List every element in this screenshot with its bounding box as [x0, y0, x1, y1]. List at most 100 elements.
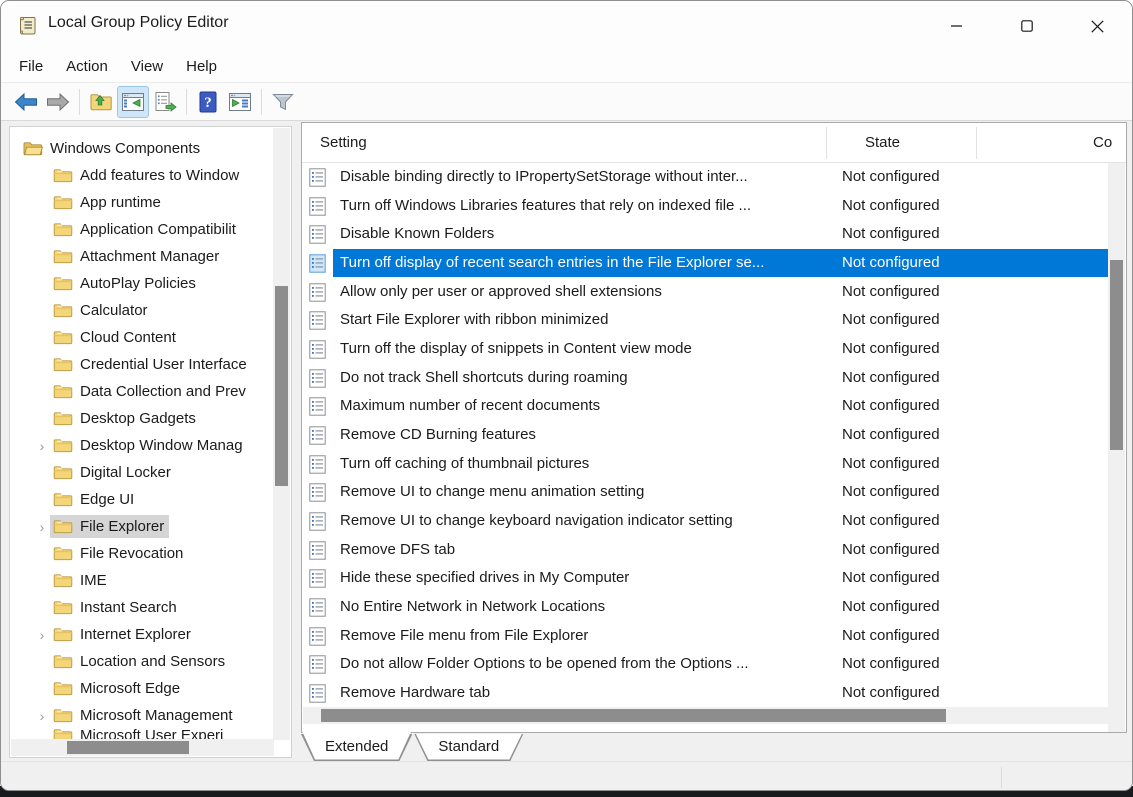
- column-separator[interactable]: [976, 127, 977, 159]
- tree-item-label: Instant Search: [80, 599, 177, 616]
- column-header-comment[interactable]: Co: [1093, 123, 1112, 163]
- chevron-right-icon[interactable]: ›: [34, 627, 50, 643]
- minimize-button[interactable]: [934, 1, 980, 51]
- tree-item-digital-locker[interactable]: Digital Locker: [10, 459, 272, 486]
- setting-state: Not configured: [842, 478, 940, 507]
- show-action-pane-icon: [227, 90, 253, 114]
- tree-item-desktop-window-manag[interactable]: ›Desktop Window Manag: [10, 432, 272, 459]
- show-action-pane-button[interactable]: [224, 86, 256, 118]
- folder-icon: [53, 303, 73, 318]
- policy-row[interactable]: Hide these specified drives in My Comput…: [302, 564, 1108, 593]
- chevron-right-icon[interactable]: ›: [34, 438, 50, 454]
- tree-item-label: Location and Sensors: [80, 653, 225, 670]
- menu-item-help[interactable]: Help: [186, 58, 217, 75]
- tree-item-file-explorer[interactable]: ›File Explorer: [10, 513, 272, 540]
- list-vertical-scrollbar-thumb[interactable]: [1110, 260, 1123, 450]
- policy-row[interactable]: Do not track Shell shortcuts during roam…: [302, 364, 1108, 393]
- column-separator[interactable]: [826, 127, 827, 159]
- folder-icon: [53, 573, 73, 588]
- tree-item-add-features-to-window[interactable]: Add features to Window: [10, 162, 272, 189]
- policy-row[interactable]: Remove DFS tabNot configured: [302, 536, 1108, 565]
- tree-item-file-revocation[interactable]: File Revocation: [10, 540, 272, 567]
- tree-item-instant-search[interactable]: Instant Search: [10, 594, 272, 621]
- tree-vertical-scrollbar-thumb[interactable]: [275, 286, 288, 486]
- tree-item-microsoft-edge[interactable]: Microsoft Edge: [10, 675, 272, 702]
- list-vertical-scrollbar[interactable]: [1108, 163, 1125, 733]
- policy-row[interactable]: Allow only per user or approved shell ex…: [302, 278, 1108, 307]
- tree-item-application-compatibilit[interactable]: Application Compatibilit: [10, 216, 272, 243]
- setting-name: Turn off display of recent search entrie…: [340, 249, 764, 278]
- policy-row[interactable]: Maximum number of recent documentsNot co…: [302, 392, 1108, 421]
- setting-state: Not configured: [842, 450, 940, 479]
- setting-state: Not configured: [842, 679, 940, 708]
- tree-item-windows-components[interactable]: Windows Components: [10, 135, 272, 162]
- setting-name: Remove Hardware tab: [340, 679, 490, 708]
- tree-item-location-and-sensors[interactable]: Location and Sensors: [10, 648, 272, 675]
- policy-setting-icon: [309, 598, 326, 617]
- menu-item-view[interactable]: View: [131, 58, 163, 75]
- menu-item-action[interactable]: Action: [66, 58, 108, 75]
- help-button[interactable]: ?: [192, 86, 224, 118]
- tree-item-credential-user-interface[interactable]: Credential User Interface: [10, 351, 272, 378]
- column-header-state[interactable]: State: [865, 123, 900, 163]
- tree-item-microsoft-management[interactable]: ›Microsoft Management: [10, 702, 272, 729]
- policy-row[interactable]: Remove Hardware tab Not configured: [302, 679, 1108, 708]
- policy-row[interactable]: No Entire Network in Network LocationsNo…: [302, 593, 1108, 622]
- setting-name: Turn off caching of thumbnail pictures: [340, 450, 589, 479]
- policy-setting-icon: [309, 655, 326, 674]
- menu-item-file[interactable]: File: [19, 58, 43, 75]
- export-list-button[interactable]: [149, 86, 181, 118]
- setting-state: Not configured: [842, 622, 940, 651]
- show-console-tree-button[interactable]: [117, 86, 149, 118]
- tree-item-attachment-manager[interactable]: Attachment Manager: [10, 243, 272, 270]
- tab-extended[interactable]: Extended: [301, 734, 412, 761]
- policy-row[interactable]: Disable binding directly to IPropertySet…: [302, 163, 1108, 192]
- tree-item-label: Cloud Content: [80, 329, 176, 346]
- folder-icon: [53, 627, 73, 642]
- back-button[interactable]: [10, 86, 42, 118]
- tree-item-edge-ui[interactable]: Edge UI: [10, 486, 272, 513]
- maximize-button[interactable]: [1004, 1, 1050, 51]
- tree-item-label: Credential User Interface: [80, 356, 247, 373]
- policy-row[interactable]: Remove File menu from File ExplorerNot c…: [302, 622, 1108, 651]
- toolbar-separator: [261, 89, 262, 115]
- policy-row[interactable]: Remove UI to change menu animation setti…: [302, 478, 1108, 507]
- list-horizontal-scrollbar[interactable]: [303, 707, 1109, 724]
- tree-vertical-scrollbar[interactable]: [273, 128, 290, 740]
- policy-row[interactable]: Do not allow Folder Options to be opened…: [302, 650, 1108, 679]
- forward-button[interactable]: [42, 86, 74, 118]
- tree-horizontal-scrollbar[interactable]: [11, 739, 274, 756]
- policy-row[interactable]: Disable Known FoldersNot configured: [302, 220, 1108, 249]
- policy-row[interactable]: Turn off caching of thumbnail pictures No…: [302, 450, 1108, 479]
- tab-label: Extended: [301, 734, 412, 759]
- tree-item-ime[interactable]: IME: [10, 567, 272, 594]
- column-header-setting[interactable]: Setting: [320, 123, 367, 163]
- list-horizontal-scrollbar-thumb[interactable]: [321, 709, 946, 722]
- policy-setting-icon: [309, 254, 326, 273]
- close-button[interactable]: [1074, 1, 1120, 51]
- policy-row[interactable]: Remove CD Burning featuresNot configured: [302, 421, 1108, 450]
- tree-item-internet-explorer[interactable]: ›Internet Explorer: [10, 621, 272, 648]
- tree-item-cloud-content[interactable]: Cloud Content: [10, 324, 272, 351]
- up-one-level-button[interactable]: [85, 86, 117, 118]
- policy-row[interactable]: Turn off the display of snippets in Cont…: [302, 335, 1108, 364]
- folder-icon: [53, 465, 73, 480]
- tree-item-data-collection-and-prev[interactable]: Data Collection and Prev: [10, 378, 272, 405]
- folder-icon: [53, 276, 73, 291]
- policy-row[interactable]: Start File Explorer with ribbon minimize…: [302, 306, 1108, 335]
- chevron-right-icon[interactable]: ›: [34, 708, 50, 724]
- tree-item-app-runtime[interactable]: App runtime: [10, 189, 272, 216]
- tab-standard[interactable]: Standard: [414, 734, 523, 761]
- folder-icon: [53, 330, 73, 345]
- tree-item-label: Add features to Window: [80, 167, 239, 184]
- policy-row[interactable]: Turn off display of recent search entrie…: [302, 249, 1108, 278]
- tree-horizontal-scrollbar-thumb[interactable]: [67, 741, 189, 754]
- policy-row[interactable]: Turn off Windows Libraries features that…: [302, 192, 1108, 221]
- title-bar[interactable]: Local Group Policy Editor: [1, 1, 1132, 51]
- chevron-right-icon[interactable]: ›: [34, 519, 50, 535]
- filter-button[interactable]: [267, 86, 299, 118]
- tree-item-autoplay-policies[interactable]: AutoPlay Policies: [10, 270, 272, 297]
- tree-item-calculator[interactable]: Calculator: [10, 297, 272, 324]
- policy-row[interactable]: Remove UI to change keyboard navigation …: [302, 507, 1108, 536]
- tree-item-desktop-gadgets[interactable]: Desktop Gadgets: [10, 405, 272, 432]
